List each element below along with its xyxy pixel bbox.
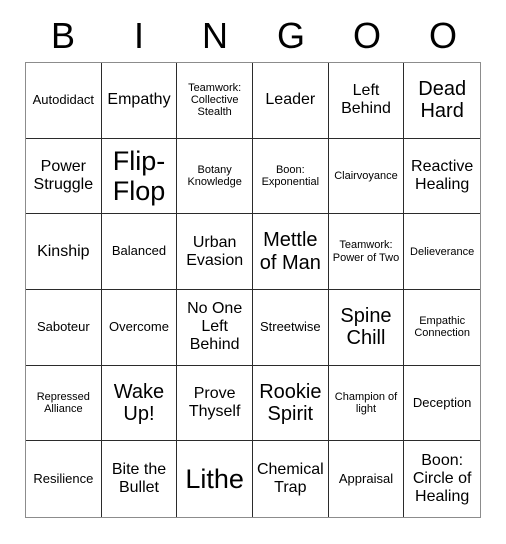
bingo-cell-label: Deception	[412, 394, 472, 410]
bingo-cell-label: Botany Knowledge	[187, 163, 242, 188]
bingo-cell-label: Delieverance	[410, 245, 475, 258]
bingo-cell[interactable]: Reactive Healing	[404, 139, 480, 215]
bingo-cell[interactable]: Champion of light	[328, 365, 405, 442]
bingo-cell-label: Resilience	[33, 470, 94, 486]
bingo-cell[interactable]: Repressed Alliance	[26, 365, 102, 442]
bingo-cell[interactable]: Chemical Trap	[253, 441, 329, 517]
bingo-cell-label: Prove Thyself	[188, 385, 241, 420]
bingo-cell[interactable]: Botany Knowledge	[177, 138, 253, 215]
bingo-cell-label: Spine Chill	[340, 304, 392, 350]
bingo-cell[interactable]: Kinship	[26, 214, 102, 290]
bingo-cell-label: Boon: Circle of Healing	[412, 452, 472, 506]
bingo-cell-label: Dead Hard	[418, 77, 467, 123]
bingo-cell-label: Urban Evasion	[186, 233, 244, 269]
bingo-cell[interactable]: Clairvoyance	[328, 138, 405, 215]
bingo-cell[interactable]: Overcome	[101, 289, 178, 366]
bingo-header-letter-3: N	[202, 15, 228, 56]
bingo-cell-label: Clairvoyance	[334, 169, 398, 182]
bingo-cell-label: Flip-Flop	[112, 145, 166, 206]
bingo-cell-label: Wake Up!	[113, 380, 165, 425]
bingo-cell-label: Champion of light	[334, 390, 398, 415]
bingo-cell[interactable]: Lithe	[177, 441, 253, 517]
bingo-cell-label: Left Behind	[341, 82, 391, 118]
bingo-cell-label: Balanced	[111, 243, 167, 259]
bingo-cell-label: Reactive Healing	[411, 158, 474, 193]
bingo-cell-label: Streetwise	[259, 319, 321, 335]
bingo-cell[interactable]: Delieverance	[404, 214, 480, 290]
bingo-cell[interactable]: Flip-Flop	[101, 138, 178, 215]
bingo-cell[interactable]: Power Struggle	[26, 138, 102, 215]
bingo-cell[interactable]: Streetwise	[252, 289, 329, 366]
bingo-cell[interactable]: No One Left Behind	[177, 289, 253, 366]
bingo-card: B I N G O O Autodidact Empathy Teamwork:…	[0, 0, 506, 544]
bingo-cell-label: Autodidact	[32, 92, 95, 108]
bingo-header-letter-2: I	[133, 15, 144, 56]
bingo-cell[interactable]: Left Behind	[328, 63, 405, 139]
bingo-header-letter-4: G	[276, 15, 305, 56]
bingo-cell-label: Overcome	[109, 319, 169, 335]
bingo-cell-label: Rookie Spirit	[259, 380, 322, 425]
bingo-cell[interactable]: Deception	[404, 366, 480, 442]
bingo-grid: Autodidact Empathy Teamwork: Collective …	[25, 62, 481, 518]
bingo-cell[interactable]: Resilience	[26, 441, 102, 517]
bingo-cell-label: Saboteur	[36, 319, 90, 335]
bingo-cell[interactable]: Urban Evasion	[177, 214, 253, 290]
bingo-cell[interactable]: Rookie Spirit	[252, 365, 329, 442]
bingo-cell[interactable]: Balanced	[101, 214, 178, 290]
bingo-cell-label: Lithe	[185, 464, 244, 495]
bingo-cell[interactable]: Boon: Exponential	[252, 138, 329, 215]
bingo-cell-label: Kinship	[37, 242, 90, 260]
bingo-cell[interactable]: Boon: Circle of Healing	[404, 441, 480, 517]
bingo-cell-label: Chemical Trap	[256, 461, 324, 497]
bingo-cell-label: Leader	[265, 91, 316, 109]
bingo-cell-label: Bite the Bullet	[111, 461, 167, 497]
bingo-cell[interactable]: Bite the Bullet	[102, 441, 178, 517]
bingo-cell-label: Teamwork: Collective Stealth	[188, 81, 242, 119]
bingo-cell-label: Empathy	[107, 91, 171, 109]
bingo-header-letter-1: B	[50, 15, 75, 56]
bingo-cell[interactable]: Teamwork: Collective Stealth	[177, 63, 253, 139]
bingo-cell-label: Appraisal	[338, 470, 394, 486]
bingo-cell[interactable]: Appraisal	[329, 441, 405, 517]
bingo-cell[interactable]: Saboteur	[26, 289, 102, 366]
bingo-cell[interactable]: Autodidact	[26, 63, 102, 139]
bingo-cell-label: Mettle of Man	[259, 229, 321, 274]
bingo-cell[interactable]: Leader	[252, 63, 329, 139]
bingo-cell[interactable]: Spine Chill	[328, 289, 405, 366]
bingo-cell[interactable]: Wake Up!	[101, 365, 178, 442]
bingo-cell-label: Power Struggle	[33, 158, 94, 193]
bingo-cell-label: No One Left Behind	[187, 300, 243, 354]
bingo-header-letter-5: O	[352, 15, 381, 56]
bingo-cell-label: Teamwork: Power of Two	[332, 239, 400, 264]
bingo-header-row: B I N G O O	[25, 14, 481, 62]
bingo-cell[interactable]: Dead Hard	[404, 63, 480, 139]
bingo-cell-label: Boon: Exponential	[261, 163, 320, 188]
bingo-cell[interactable]: Mettle of Man	[252, 214, 329, 290]
bingo-cell[interactable]: Empathy	[101, 63, 178, 139]
bingo-cell[interactable]: Empathic Connection	[404, 290, 480, 366]
bingo-cell[interactable]: Teamwork: Power of Two	[328, 214, 405, 290]
bingo-cell-label: Repressed Alliance	[36, 390, 90, 415]
bingo-header-letter-6: O	[428, 15, 457, 56]
bingo-cell[interactable]: Prove Thyself	[177, 365, 253, 442]
bingo-cell-label: Empathic Connection	[414, 315, 470, 340]
